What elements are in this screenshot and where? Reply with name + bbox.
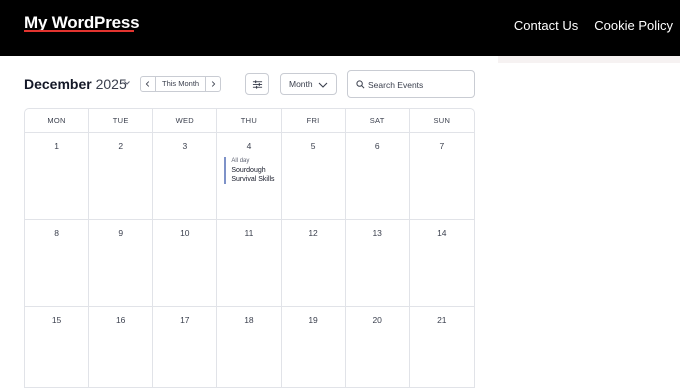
day-cell[interactable]: 12: [282, 220, 346, 306]
view-select[interactable]: Month: [280, 73, 337, 95]
chevron-left-icon: [145, 81, 150, 87]
day-number[interactable]: 11: [217, 228, 280, 238]
day-cell[interactable]: 18: [217, 307, 282, 387]
event-title[interactable]: Sourdough Survival Skills: [231, 166, 278, 184]
calendar-week: 15 16 17 18 19 20 21: [25, 307, 474, 387]
weekday-label: FRI: [282, 109, 346, 132]
month-calendar-grid: MON TUE WED THU FRI SAT SUN 1 2 3 4 All …: [24, 108, 475, 388]
day-cell[interactable]: 21: [410, 307, 474, 387]
nav-link-contact-us[interactable]: Contact Us: [514, 18, 578, 34]
prev-month-button[interactable]: [141, 77, 155, 91]
day-number[interactable]: 4: [217, 141, 280, 151]
search-box: [347, 70, 475, 98]
calendar-event[interactable]: All day Sourdough Survival Skills: [224, 157, 278, 184]
day-number[interactable]: 6: [346, 141, 409, 151]
calendar-toolbar: December 2025 This Month Month: [24, 70, 476, 98]
weekday-label: THU: [217, 109, 282, 132]
day-cell[interactable]: 19: [282, 307, 346, 387]
day-cell[interactable]: 6: [346, 133, 410, 219]
day-cell[interactable]: 9: [89, 220, 154, 306]
site-header: My WordPress Contact Us Cookie Policy: [0, 0, 680, 56]
day-cell[interactable]: 17: [153, 307, 218, 387]
day-number[interactable]: 8: [25, 228, 88, 238]
day-number[interactable]: 21: [410, 315, 474, 325]
day-cell[interactable]: 7: [410, 133, 474, 219]
day-cell[interactable]: 1: [25, 133, 90, 219]
sidebar-background: [498, 56, 680, 63]
day-number[interactable]: 18: [217, 315, 280, 325]
chevron-down-icon[interactable]: [122, 78, 132, 88]
month-label: December: [24, 76, 92, 92]
day-cell[interactable]: 5: [282, 133, 346, 219]
day-number[interactable]: 5: [282, 141, 345, 151]
weekday-label: TUE: [89, 109, 154, 132]
day-cell[interactable]: 14: [410, 220, 474, 306]
day-number[interactable]: 10: [153, 228, 216, 238]
day-number[interactable]: 19: [282, 315, 345, 325]
search-icon: [356, 80, 365, 89]
day-cell[interactable]: 2: [89, 133, 154, 219]
day-cell[interactable]: 10: [153, 220, 218, 306]
site-title-underline: [24, 30, 134, 32]
weekday-label: SAT: [346, 109, 410, 132]
this-month-button[interactable]: This Month: [155, 77, 207, 91]
day-number[interactable]: 12: [282, 228, 345, 238]
weekday-label: MON: [25, 109, 90, 132]
day-cell[interactable]: 16: [89, 307, 154, 387]
weekday-label: WED: [153, 109, 218, 132]
search-events-input[interactable]: [368, 78, 468, 92]
calendar-week: 8 9 10 11 12 13 14: [25, 220, 474, 307]
day-cell[interactable]: 3: [153, 133, 218, 219]
weekday-label: SUN: [433, 116, 451, 125]
day-number[interactable]: 9: [89, 228, 152, 238]
primary-nav: Contact Us Cookie Policy: [514, 18, 673, 34]
month-pager: This Month: [140, 76, 222, 92]
day-cell[interactable]: 13: [346, 220, 410, 306]
day-cell[interactable]: 20: [346, 307, 410, 387]
day-cell[interactable]: 11: [217, 220, 282, 306]
day-number[interactable]: 7: [410, 141, 474, 151]
chevron-right-icon: [211, 81, 216, 87]
day-number[interactable]: 16: [89, 315, 152, 325]
filter-button[interactable]: [245, 73, 269, 95]
day-number[interactable]: 15: [25, 315, 88, 325]
day-number[interactable]: 17: [153, 315, 216, 325]
view-select-value: Month: [289, 79, 313, 89]
event-time: All day: [231, 158, 250, 164]
calendar-week: 1 2 3 4 All day Sourdough Survival Skill…: [25, 133, 474, 220]
day-cell[interactable]: 15: [25, 307, 90, 387]
day-number[interactable]: 3: [153, 141, 216, 151]
chevron-down-icon: [318, 82, 328, 88]
next-month-button[interactable]: [206, 77, 220, 91]
sliders-icon: [252, 79, 262, 89]
day-number[interactable]: 1: [25, 141, 88, 151]
day-number[interactable]: 14: [410, 228, 474, 238]
weekday-header: MON TUE WED THU FRI SAT SUN: [25, 109, 474, 133]
day-number[interactable]: 20: [346, 315, 409, 325]
day-number[interactable]: 2: [89, 141, 152, 151]
day-cell[interactable]: 4 All day Sourdough Survival Skills: [217, 133, 282, 219]
nav-link-cookie-policy[interactable]: Cookie Policy: [594, 18, 673, 34]
month-year-picker[interactable]: December 2025: [24, 76, 127, 92]
day-cell[interactable]: 8: [25, 220, 90, 306]
day-number[interactable]: 13: [346, 228, 409, 238]
